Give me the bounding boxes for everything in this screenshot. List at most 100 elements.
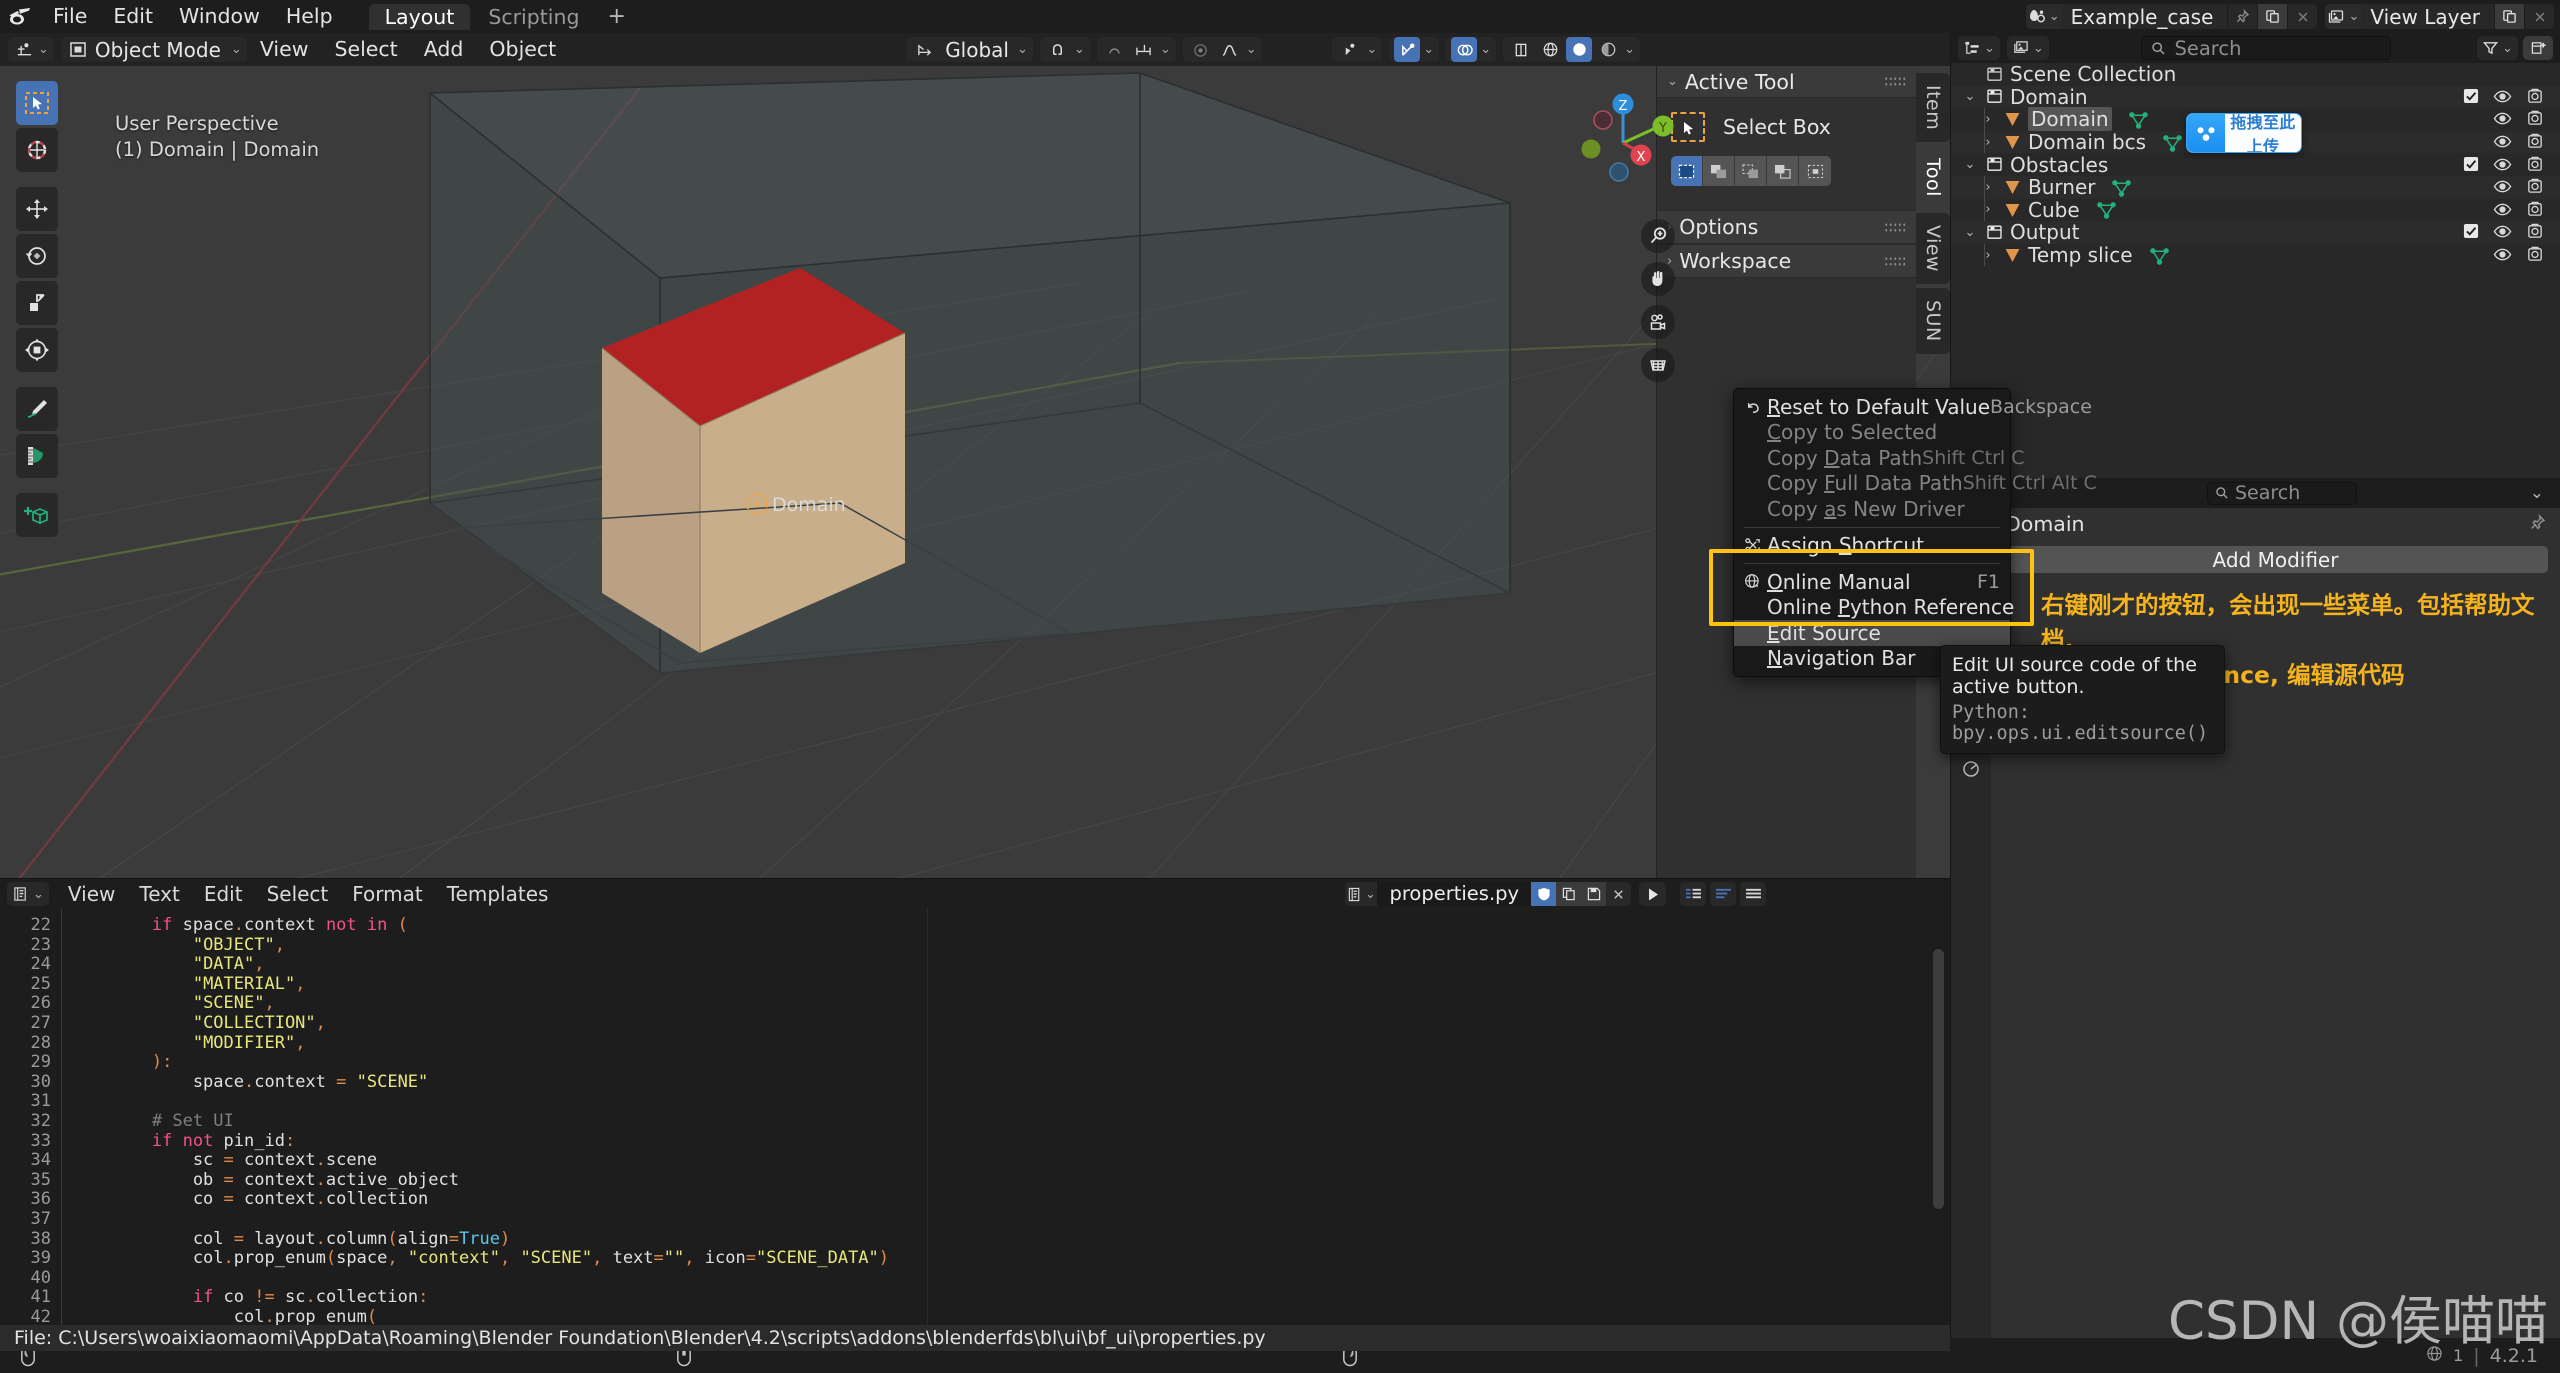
code-line[interactable]: if space.context not in ( [70,915,1950,936]
hide-in-viewport-icon[interactable] [2493,85,2512,109]
outliner-row-label[interactable]: Domain [2028,107,2112,132]
editor-type-outliner-icon[interactable]: ⌄ [1958,36,2000,60]
duplicate-icon[interactable] [2257,4,2288,29]
ortho-persp-toggle-icon[interactable] [1641,348,1675,382]
npanel-tab-item[interactable]: Item [1916,73,1950,143]
outliner-row[interactable]: › Temp slice [1951,243,2560,267]
workspace-tab-layout[interactable]: Layout [368,3,471,30]
new-collection-icon[interactable] [2523,36,2553,60]
mesh-data-icon[interactable] [2096,200,2117,220]
snap-controls[interactable]: ⌄ [1039,37,1090,62]
navigation-gizmo[interactable]: Z Y X [1558,81,1688,211]
hide-in-viewport-icon[interactable] [2493,243,2512,267]
workspace-tab-scripting[interactable]: Scripting [472,4,595,30]
code-line[interactable]: "MODIFIER", [70,1033,1950,1054]
select-subtract-mode-button[interactable] [1735,156,1767,186]
text-menu-edit[interactable]: Edit [192,879,255,909]
select-difference-mode-button[interactable] [1767,156,1799,186]
context-menu-item-assign-shortcut[interactable]: Assign Shortcut [1734,533,2010,559]
hide-in-viewport-icon[interactable] [2493,153,2512,177]
scale-tool[interactable] [16,281,58,325]
code-line[interactable]: "SCENE", [70,994,1950,1014]
hide-in-viewport-icon[interactable] [2493,175,2512,199]
outliner-search-input[interactable]: Search [2141,36,2392,60]
close-icon[interactable] [2524,4,2554,29]
hide-in-viewport-icon[interactable] [2493,198,2512,222]
chevron-down-icon[interactable]: ⌄ [1959,157,1981,172]
mesh-data-icon[interactable] [2162,133,2183,152]
mesh-data-icon[interactable] [2111,178,2132,197]
snap-increment-icon[interactable] [1102,37,1128,62]
transform-orientation-selector[interactable]: Global ⌄ [906,37,1033,62]
code-line[interactable]: "DATA", [70,954,1950,975]
gizmo-controls[interactable]: ⌄ [1389,37,1440,62]
npanel-tab-sun[interactable]: SUN [1916,288,1950,354]
text-datablock-icon[interactable]: ⌄ [1345,882,1377,906]
viewport-menu-select[interactable]: Select [321,33,410,66]
menu-help[interactable]: Help [273,0,346,33]
close-icon[interactable] [2287,4,2317,29]
code-scrollbar[interactable] [1933,949,1944,1209]
select-extend-mode-button[interactable] [1703,156,1735,186]
outliner-row[interactable]: › Burner [1951,175,2560,199]
object-mode-label[interactable]: Object Mode [91,38,227,62]
show-gizmo-icon[interactable] [1394,37,1421,62]
xray-toggle-icon[interactable] [1508,37,1534,62]
baidu-netdisk-upload-toast[interactable]: 拖拽至此上传 [2186,113,2302,153]
shading-solid-icon[interactable] [1566,37,1593,62]
outliner-row-label[interactable]: Domain bcs [2028,130,2146,154]
chevron-down-icon[interactable]: ⌄ [1959,89,1981,104]
chevron-right-icon[interactable]: › [1977,180,1999,195]
exclude-checkbox[interactable] [2463,85,2479,109]
outliner-row-label[interactable]: Cube [2028,198,2080,222]
npanel-tab-tool[interactable]: Tool [1916,146,1950,210]
line-numbers-icon[interactable] [1680,882,1707,906]
viewlayer-datablock[interactable]: ⌄ View Layer [2325,4,2554,29]
code-line[interactable]: col = layout.column(align=True) [70,1229,1950,1250]
disable-in-render-icon[interactable] [2526,153,2544,177]
text-menu-select[interactable]: Select [255,879,341,909]
context-menu-item-online-python-reference[interactable]: Online Python Reference [1734,595,2014,621]
menu-window[interactable]: Window [166,0,273,33]
text-menu-text[interactable]: Text [127,879,191,909]
snap-target-icon[interactable] [1131,37,1157,62]
outliner-row-label[interactable]: Obstacles [2010,153,2108,177]
properties-search-input[interactable]: Search [2207,481,2357,505]
camera-view-icon[interactable] [1641,305,1675,339]
chevron-down-icon[interactable]: ⌄ [2530,483,2554,503]
mesh-data-icon[interactable] [2128,110,2149,129]
snap-magnet-icon[interactable] [1045,37,1071,62]
exclude-checkbox[interactable] [2463,153,2479,177]
outliner-row[interactable]: ⌄ Domain [1951,85,2560,109]
show-overlays-icon[interactable] [1451,37,1478,62]
context-menu-item-reset-to-default-value[interactable]: Reset to Default Value Backspace [1734,394,2092,420]
pin-icon[interactable] [2227,4,2257,29]
outliner-display-mode-icon[interactable]: ⌄ [2006,36,2049,60]
scene-datablock[interactable]: ⌄ Example_case [2025,4,2318,29]
code-line[interactable]: "COLLECTION", [70,1013,1950,1034]
transform-orientation-label[interactable]: Global [940,38,1014,62]
outliner-row-label[interactable]: Output [2010,220,2079,244]
npanel-section-workspace[interactable]: › Workspace [1657,244,1916,278]
code-line[interactable]: # Set UI [70,1111,1950,1132]
register-check-icon[interactable] [1531,882,1557,906]
code-line[interactable]: sc = context.scene [70,1150,1950,1171]
text-menu-view[interactable]: View [56,879,127,909]
code-line[interactable]: space.context = "SCENE" [70,1072,1950,1093]
object-mode-selector[interactable]: Object Mode ⌄ [61,37,247,62]
outliner-row[interactable]: ⌄ Obstacles [1951,153,2560,177]
menu-edit[interactable]: Edit [100,0,166,33]
text-editor-body[interactable]: 22 23 24 25 26 27 28 29 30 31 32 33 34 35 36 37 38 39 40 41… [0,909,1950,1338]
code-area[interactable]: if space.context not in ( "OBJECT", "DAT… [62,909,1950,1338]
outliner-row-label[interactable]: Domain [2010,85,2088,109]
chevron-right-icon[interactable]: › [1977,248,1999,263]
editor-type-text-icon[interactable]: ⌄ [7,882,49,906]
move-tool[interactable] [16,187,58,231]
viewlayer-name[interactable]: View Layer [2361,5,2494,29]
hide-in-viewport-icon[interactable] [2493,220,2512,244]
outliner-row-label[interactable]: Scene Collection [2010,62,2176,86]
outliner-row[interactable]: › Cube [1951,198,2560,222]
run-script-play-icon[interactable] [1639,882,1667,906]
blender-logo-icon[interactable] [0,7,40,27]
select-intersect-mode-button[interactable] [1799,156,1831,186]
